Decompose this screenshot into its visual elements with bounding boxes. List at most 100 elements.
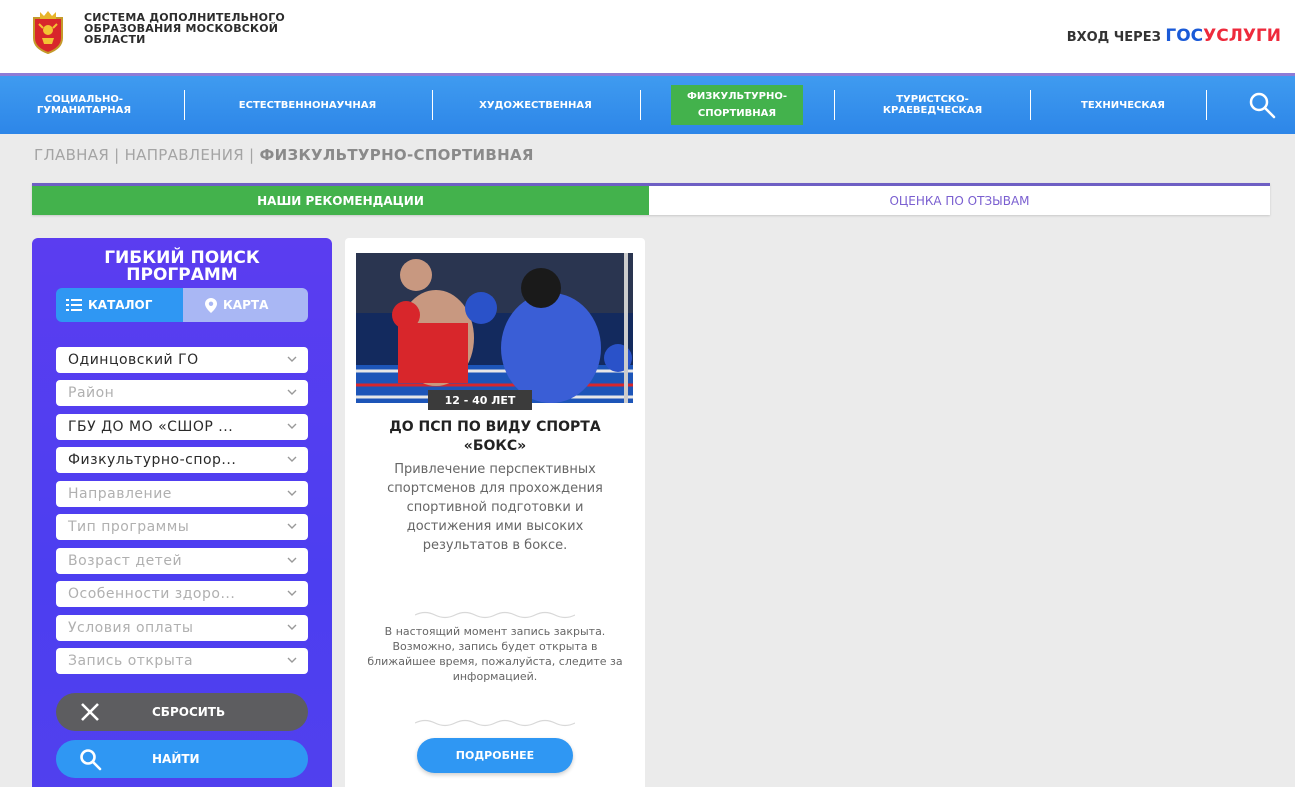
main-nav: СОЦИАЛЬНО- ГУМАНИТАРНАЯ ЕСТЕСТВЕННОНАУЧНА… xyxy=(0,73,1295,134)
organization-select[interactable]: ГБУ ДО МО «СШОР ... xyxy=(56,414,308,440)
chevron-down-icon xyxy=(287,624,297,630)
nav-item-label: ФИЗКУЛЬТУРНО- СПОРТИВНАЯ xyxy=(670,85,804,125)
nav-divider xyxy=(1206,90,1207,120)
nav-label-line-2: СПОРТИВНАЯ xyxy=(689,105,785,122)
enrollment-status-note: В настоящий момент запись закрыта. Возмо… xyxy=(367,625,623,683)
health-features-select[interactable]: Особенности здоро... xyxy=(56,581,308,607)
header: СИСТЕМА ДОПОЛНИТЕЛЬНОГО ОБРАЗОВАНИЯ МОСК… xyxy=(0,0,1295,73)
chevron-down-icon xyxy=(287,557,297,563)
chevron-down-icon xyxy=(287,657,297,663)
map-pin-icon xyxy=(205,297,217,313)
nav-item-label: ТЕХНИЧЕСКАЯ xyxy=(1081,99,1165,111)
nav-item-label: СОЦИАЛЬНО- ГУМАНИТАРНАЯ xyxy=(37,94,131,116)
child-age-select[interactable]: Возраст детей xyxy=(56,548,308,574)
site-title-line: ОБЛАСТИ xyxy=(84,33,146,46)
chevron-down-icon xyxy=(287,456,297,462)
gosuslugi-logo-gos: ГОС xyxy=(1165,26,1204,46)
select-placeholder: Возраст детей xyxy=(68,553,183,569)
nav-item-label: ТУРИСТСКО- КРАЕВЕДЧЕСКАЯ xyxy=(883,94,982,116)
chevron-down-icon xyxy=(287,590,297,596)
nav-label-line-1: СОЦИАЛЬНО- xyxy=(44,94,124,105)
chevron-down-icon xyxy=(287,423,297,429)
select-placeholder: Условия оплаты xyxy=(68,620,194,636)
program-title-line: ДО ПСП ПО ВИДУ СПОРТА xyxy=(389,419,601,435)
chevron-down-icon xyxy=(287,389,297,395)
breadcrumb-current: ФИЗКУЛЬТУРНО-СПОРТИВНАЯ xyxy=(259,146,534,164)
breadcrumb-directions[interactable]: НАПРАВЛЕНИЯ xyxy=(125,146,244,164)
nav-item-natural-science[interactable]: ЕСТЕСТВЕННОНАУЧНАЯ xyxy=(200,76,415,134)
district-select[interactable]: Район xyxy=(56,380,308,406)
enrollment-open-select[interactable]: Запись открыта xyxy=(56,648,308,674)
gosuslugi-login-link[interactable]: ВХОД ЧЕРЕЗ ГОСУСЛУГИ xyxy=(1067,26,1281,46)
catalog-view-button[interactable]: КАТАЛОГ xyxy=(56,288,183,322)
nav-item-label: ЕСТЕСТВЕННОНАУЧНАЯ xyxy=(238,99,377,111)
close-icon xyxy=(81,703,99,721)
nav-item-label: ХУДОЖЕСТВЕННАЯ xyxy=(479,99,592,111)
select-value: Одинцовский ГО xyxy=(68,352,199,368)
moscow-region-emblem-icon[interactable] xyxy=(30,10,66,54)
select-placeholder: Особенности здоро... xyxy=(68,586,236,602)
reset-button[interactable]: СБРОСИТЬ xyxy=(56,693,308,731)
select-placeholder: Район xyxy=(68,385,115,401)
select-value: Физкультурно-спор... xyxy=(68,452,237,468)
nav-label-line-1: ФИЗКУЛЬТУРНО- xyxy=(678,88,796,105)
list-icon xyxy=(66,299,82,311)
chevron-down-icon xyxy=(287,356,297,362)
search-panel-title: ГИБКИЙ ПОИСК ПРОГРАММ xyxy=(32,250,332,284)
view-toggle: КАТАЛОГ КАРТА xyxy=(56,288,308,322)
flexible-search-panel: ГИБКИЙ ПОИСК ПРОГРАММ КАТАЛОГ КАРТА Один… xyxy=(32,238,332,787)
tab-recommendations[interactable]: НАШИ РЕКОМЕНДАЦИИ xyxy=(32,186,649,215)
find-label: НАЙТИ xyxy=(152,752,200,766)
gosuslugi-logo-uslugi: УСЛУГИ xyxy=(1203,26,1281,46)
program-description: Привлечение перспективных спортсменов дл… xyxy=(387,462,603,553)
breadcrumb-separator: | xyxy=(249,146,255,164)
breadcrumb: ГЛАВНАЯ | НАПРАВЛЕНИЯ | ФИЗКУЛЬТУРНО-СПО… xyxy=(34,146,534,164)
breadcrumb-separator: | xyxy=(114,146,120,164)
search-icon[interactable] xyxy=(1247,90,1277,120)
select-value: ГБУ ДО МО «СШОР ... xyxy=(68,419,234,435)
nav-item-technical[interactable]: ТЕХНИЧЕСКАЯ xyxy=(1048,76,1198,134)
catalog-label: КАТАЛОГ xyxy=(88,298,153,312)
boxing-photo xyxy=(356,253,633,403)
program-title-line: «БОКС» xyxy=(463,438,527,454)
find-button[interactable]: НАЙТИ xyxy=(56,740,308,778)
chevron-down-icon xyxy=(287,523,297,529)
direction-select[interactable]: Направление xyxy=(56,481,308,507)
nav-divider xyxy=(640,90,641,120)
nav-divider xyxy=(184,90,185,120)
nav-label-line-2: КРАЕВЕДЧЕСКАЯ xyxy=(882,105,983,116)
reset-label: СБРОСИТЬ xyxy=(152,705,226,719)
sort-tabs: НАШИ РЕКОМЕНДАЦИИ ОЦЕНКА ПО ОТЗЫВАМ xyxy=(32,183,1270,215)
select-placeholder: Направление xyxy=(68,486,172,502)
program-card[interactable]: ДО ПСП ПО ВИДУ СПОРТА «БОКС» Привлечение… xyxy=(345,238,645,787)
nav-item-sports[interactable]: ФИЗКУЛЬТУРНО- СПОРТИВНАЯ xyxy=(662,76,812,134)
tab-reviews-rating[interactable]: ОЦЕНКА ПО ОТЗЫВАМ xyxy=(649,186,1270,215)
site-title[interactable]: СИСТЕМА ДОПОЛНИТЕЛЬНОГО ОБРАЗОВАНИЯ МОСК… xyxy=(84,12,285,45)
breadcrumb-home[interactable]: ГЛАВНАЯ xyxy=(34,146,109,164)
program-title[interactable]: ДО ПСП ПО ВИДУ СПОРТА «БОКС» xyxy=(365,418,625,456)
wave-divider xyxy=(415,719,575,727)
nav-divider xyxy=(432,90,433,120)
chevron-down-icon xyxy=(287,490,297,496)
nav-item-social-humanitarian[interactable]: СОЦИАЛЬНО- ГУМАНИТАРНАЯ xyxy=(18,76,150,134)
nav-item-tourism[interactable]: ТУРИСТСКО- КРАЕВЕДЧЕСКАЯ xyxy=(850,76,1015,134)
select-placeholder: Тип программы xyxy=(68,519,190,535)
municipality-select[interactable]: Одинцовский ГО xyxy=(56,347,308,373)
map-view-button[interactable]: КАРТА xyxy=(183,288,308,322)
age-range-badge: 12 - 40 ЛЕТ xyxy=(428,390,532,410)
wave-divider xyxy=(415,611,575,619)
nav-divider xyxy=(1030,90,1031,120)
nav-label-line-1: ТУРИСТСКО- xyxy=(896,94,969,105)
nav-item-art[interactable]: ХУДОЖЕСТВЕННАЯ xyxy=(448,76,623,134)
program-type-select[interactable]: Тип программы xyxy=(56,514,308,540)
search-panel-title-line: ПРОГРАММ xyxy=(126,265,238,285)
payment-terms-select[interactable]: Условия оплаты xyxy=(56,615,308,641)
search-icon xyxy=(80,749,102,771)
nav-label-line-2: ГУМАНИТАРНАЯ xyxy=(36,105,132,116)
login-prefix: ВХОД ЧЕРЕЗ xyxy=(1066,30,1161,45)
select-placeholder: Запись открыта xyxy=(68,653,194,669)
details-button[interactable]: ПОДРОБНЕЕ xyxy=(417,738,573,773)
map-label: КАРТА xyxy=(223,298,269,312)
focus-select[interactable]: Физкультурно-спор... xyxy=(56,447,308,473)
nav-divider xyxy=(834,90,835,120)
